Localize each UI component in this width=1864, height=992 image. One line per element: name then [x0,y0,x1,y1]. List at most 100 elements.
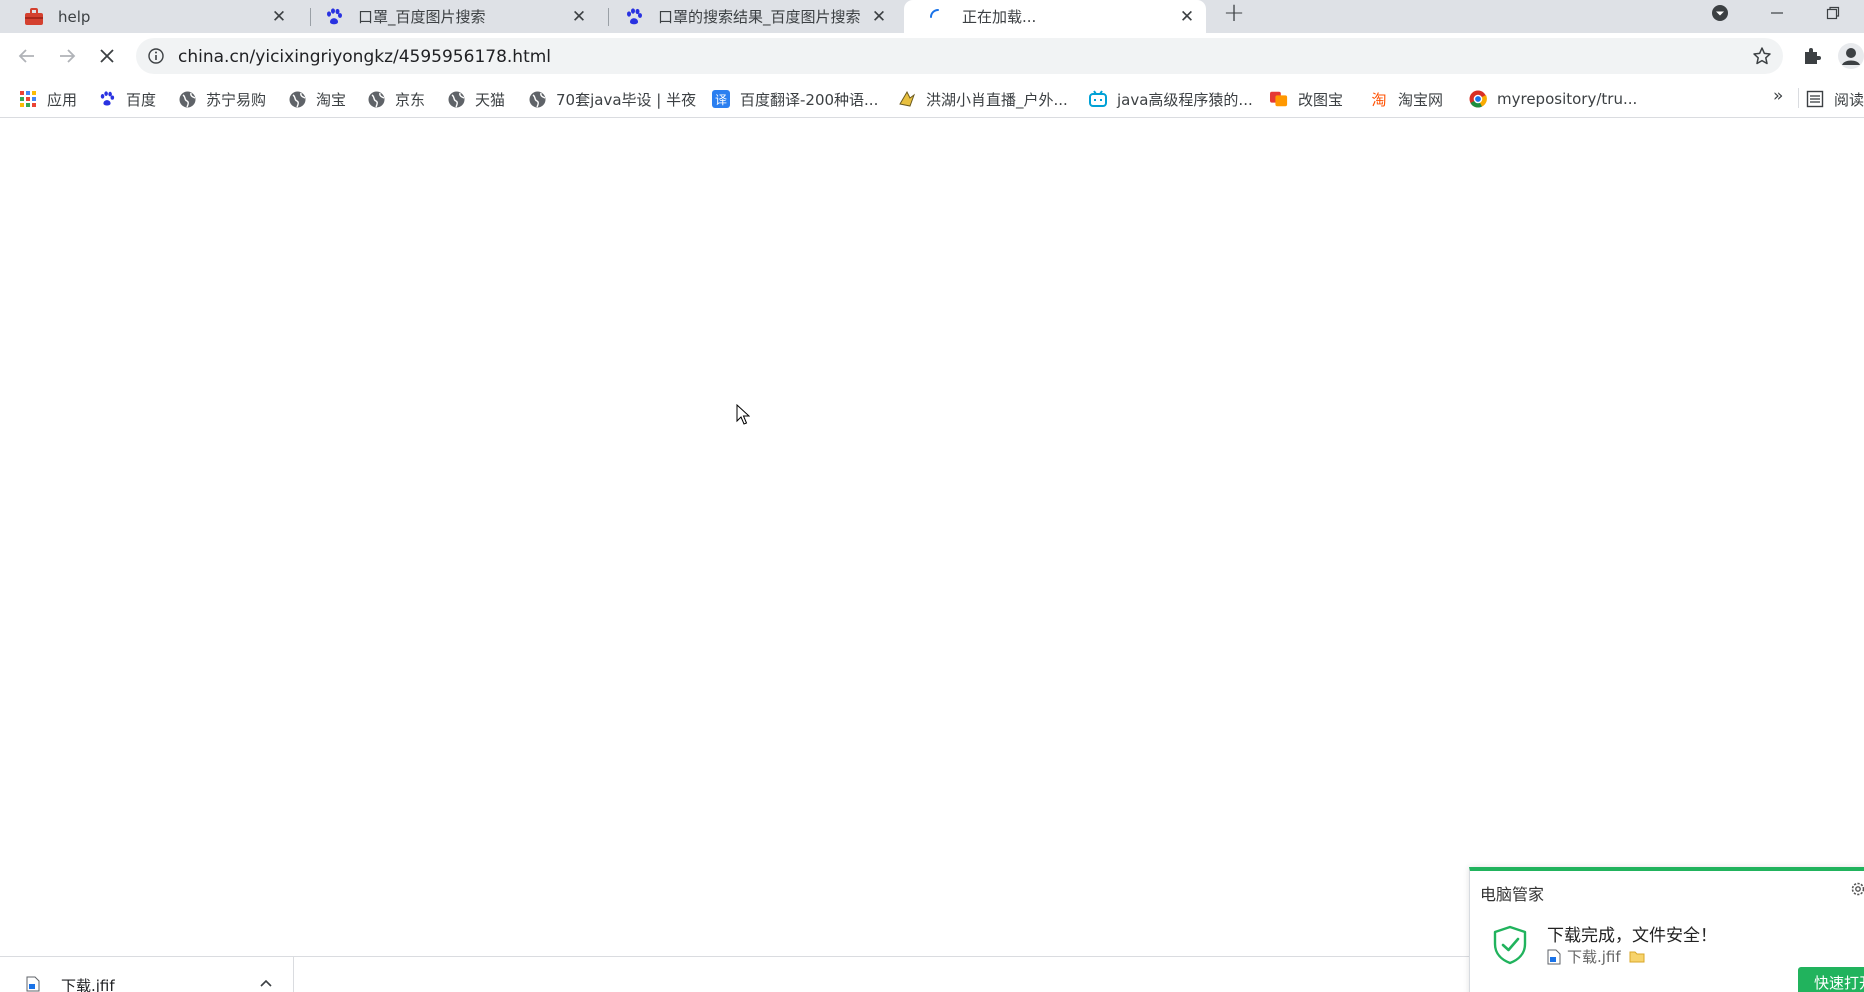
bookmark-baidu-translate[interactable]: 译 百度翻译-200种语... [712,87,878,111]
popup-title: 电脑管家 [1480,885,1545,904]
new-tab-button[interactable]: + [1220,0,1248,28]
close-icon [100,49,114,63]
download-shelf: 下载.jfif [0,956,1469,992]
svg-text:淘: 淘 [1371,91,1386,108]
bookmarks-overflow-button[interactable]: » [1773,86,1783,106]
close-icon[interactable]: ✕ [268,6,290,28]
url-text[interactable]: china.cn/yicixingriyongkz/4595956178.htm… [178,47,551,67]
orange-squares-icon [1270,90,1288,108]
tab-baidu-mask-results[interactable]: 口罩的搜索结果_百度图片搜索 ✕ [600,0,898,33]
chrome-like-icon [1469,90,1487,108]
folder-icon[interactable] [1629,950,1645,963]
file-icon [26,976,40,992]
minimize-button[interactable] [1757,0,1797,26]
globe-icon [367,90,385,108]
bookmark-label: 70套java毕设 | 半夜 [556,90,697,109]
tab-title: 口罩的搜索结果_百度图片搜索 [658,8,861,26]
globe-icon [528,90,546,108]
bookmark-java-projects[interactable]: 70套java毕设 | 半夜 [528,87,696,111]
restore-icon [1826,6,1840,20]
back-button[interactable] [12,41,42,71]
bookmark-label: 应用 [47,90,78,109]
svg-text:译: 译 [715,93,727,107]
baidu-paw-icon [624,7,644,27]
bookmark-myrepository[interactable]: myrepository/tru... [1469,87,1637,111]
bookmark-star-icon[interactable] [1751,45,1773,67]
bookmark-label: java高级程序猿的... [1117,90,1253,109]
bookmark-label: 百度 [126,90,157,109]
close-icon[interactable]: ✕ [568,6,590,28]
tab-loading[interactable]: 正在加载... ✕ [904,0,1206,33]
bookmark-baidu[interactable]: 百度 [98,87,156,111]
puzzle-icon [1805,48,1821,64]
bookmark-label: 改图宝 [1298,90,1344,109]
back-arrow-icon [18,49,34,63]
divider [1798,88,1799,108]
bookmark-label: 京东 [395,90,426,109]
bookmark-apps[interactable]: 应用 [19,87,77,111]
bookmark-label: 淘宝 [316,90,347,109]
download-item[interactable]: 下载.jfif [0,957,294,992]
bookmark-label: 百度翻译-200种语... [740,90,879,109]
bookmark-java-advanced[interactable]: java高级程序猿的... [1089,87,1253,111]
download-security-popup: 电脑管家 下载完成，文件安全！ 下载.jfif 快速打开 [1469,867,1864,992]
shield-check-icon [1493,925,1527,965]
browser-toolbar: china.cn/yicixingriyongkz/4595956178.htm… [0,33,1864,80]
taobao-tao-icon: 淘 [1370,90,1388,108]
gear-icon[interactable] [1850,881,1864,897]
tab-title: 正在加载... [962,8,1037,26]
minimize-icon [1771,12,1783,14]
globe-icon [178,90,196,108]
reading-list-button[interactable]: 阅读 [1806,87,1864,111]
loading-spinner-icon [928,7,948,27]
toolbox-icon [24,7,44,27]
bookmark-label: 天猫 [475,90,506,109]
bookmark-taobao[interactable]: 淘宝 [288,87,346,111]
stop-loading-button[interactable] [92,41,122,71]
tab-baidu-mask[interactable]: 口罩_百度图片搜索 ✕ [300,0,598,33]
close-icon[interactable]: ✕ [868,6,890,28]
bookmark-jd[interactable]: 京东 [367,87,425,111]
extensions-button[interactable] [1797,41,1827,71]
bookmark-label: 苏宁易购 [206,90,267,109]
tab-title: 口罩_百度图片搜索 [358,8,486,26]
baidu-translate-icon: 译 [712,90,730,108]
bird-icon [898,90,916,108]
bookmark-taobao-net[interactable]: 淘 淘宝网 [1370,87,1443,111]
download-file-name: 下载.jfif [61,977,115,992]
bookmark-tmall[interactable]: 天猫 [447,87,505,111]
baidu-paw-icon [98,90,116,108]
tab-strip: help ✕ 口罩_百度图片搜索 ✕ 口罩的搜索结果_百度图片搜索 ✕ 正在加载… [0,0,1864,33]
globe-icon [288,90,306,108]
bookmark-suning[interactable]: 苏宁易购 [178,87,266,111]
tab-search-icon [1712,5,1728,21]
tab-search-button[interactable] [1700,0,1740,26]
forward-button[interactable] [52,41,82,71]
popup-file-name: 下载.jfif [1567,948,1621,966]
bookmark-label: 淘宝网 [1398,90,1444,109]
address-bar[interactable]: china.cn/yicixingriyongkz/4595956178.htm… [136,38,1783,74]
tab-title: help [58,7,91,26]
apps-grid-icon [19,90,37,108]
reading-list-label: 阅读 [1834,90,1864,109]
restore-button[interactable] [1813,0,1853,26]
page-content [0,118,1864,940]
quick-open-button[interactable]: 快速打开 [1798,967,1864,992]
avatar-icon [1838,43,1864,69]
close-icon[interactable]: ✕ [1176,6,1198,28]
tab-help[interactable]: help ✕ [0,0,298,33]
globe-icon [447,90,465,108]
baidu-paw-icon [324,7,344,27]
bookmark-label: myrepository/tru... [1497,90,1638,108]
profile-button[interactable] [1836,41,1864,71]
mouse-cursor-icon [736,404,750,425]
bookmarks-bar: 应用 百度 苏宁易购 淘宝 京东 天猫 70套java毕设 | 半夜 译 百度翻… [0,80,1864,118]
forward-arrow-icon [60,49,76,63]
bilibili-tv-icon [1089,90,1107,108]
bookmark-label: 洪湖小肖直播_户外... [926,90,1068,109]
info-icon[interactable] [146,46,166,66]
chevron-up-icon[interactable] [258,977,274,989]
reading-list-icon [1806,90,1824,108]
bookmark-gaitubao[interactable]: 改图宝 [1270,87,1343,111]
bookmark-honghu-live[interactable]: 洪湖小肖直播_户外... [898,87,1068,111]
